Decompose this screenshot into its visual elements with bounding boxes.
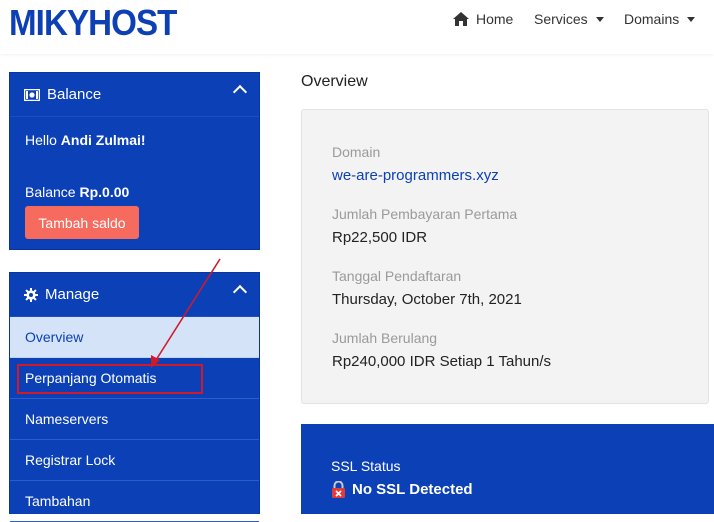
caret-down-icon [595, 16, 604, 22]
money-icon [24, 88, 40, 101]
home-icon [453, 12, 469, 26]
first-payment-value: Rp22,500 IDR [332, 229, 428, 246]
menu-item-overview[interactable]: Overview [10, 317, 259, 358]
lock-icon [332, 481, 345, 498]
user-name: Andi Zulmai! [60, 132, 146, 148]
caret-down-icon [687, 16, 696, 22]
site-logo[interactable]: MIKYHOST [9, 2, 177, 44]
registration-date-label: Tanggal Pendaftaran [332, 268, 462, 284]
top-navbar: MIKYHOST Home Services Domains [0, 0, 714, 54]
nav-services[interactable]: Services [534, 10, 604, 28]
balance-prefix: Balance [25, 184, 80, 200]
chevron-up-icon[interactable] [232, 84, 248, 100]
recurring-amount-value: Rp240,000 IDR Setiap 1 Tahun/s [332, 353, 552, 370]
chevron-up-icon[interactable] [232, 284, 248, 300]
nav-home[interactable]: Home [453, 10, 513, 28]
manage-panel-header[interactable]: Manage [10, 273, 259, 317]
balance-text: Balance Rp.0.00 [25, 184, 129, 200]
nav-domains-label: Domains [624, 11, 680, 27]
nav-home-label: Home [476, 11, 514, 27]
recurring-amount-label: Jumlah Berulang [332, 330, 438, 346]
menu-item-addons[interactable]: Tambahan [10, 481, 259, 522]
topup-button[interactable]: Tambah saldo [25, 206, 139, 239]
balance-panel-title: Balance [47, 86, 102, 103]
greeting-prefix: Hello [25, 132, 61, 148]
greeting-text: Hello Andi Zulmai! [25, 132, 146, 148]
page-title: Overview [301, 73, 368, 90]
domain-label: Domain [332, 144, 381, 160]
menu-item-nameservers[interactable]: Nameservers [10, 399, 259, 440]
manage-panel-title: Manage [45, 286, 100, 303]
first-payment-label: Jumlah Pembayaran Pertama [332, 206, 518, 222]
ssl-status-text: No SSL Detected [352, 481, 473, 498]
registration-date-value: Thursday, October 7th, 2021 [332, 291, 522, 308]
gear-icon [24, 287, 38, 302]
domain-info-card: Domain we-are-programmers.xyz Jumlah Pem… [301, 109, 709, 404]
ssl-status-label: SSL Status [331, 458, 401, 474]
ssl-status-card: SSL Status No SSL Detected [301, 424, 714, 514]
balance-amount: Rp.0.00 [79, 184, 130, 200]
balance-panel-header[interactable]: Balance [10, 73, 259, 117]
nav-domains[interactable]: Domains [624, 10, 696, 28]
balance-panel: Balance Hello Andi Zulmai! Balance Rp.0.… [9, 72, 260, 250]
domain-link[interactable]: we-are-programmers.xyz [332, 167, 499, 184]
nav-services-label: Services [534, 11, 588, 27]
annotation-highlight-box [17, 364, 203, 394]
ssl-status-value: No SSL Detected [331, 481, 473, 498]
menu-item-registrar-lock[interactable]: Registrar Lock [10, 440, 259, 481]
